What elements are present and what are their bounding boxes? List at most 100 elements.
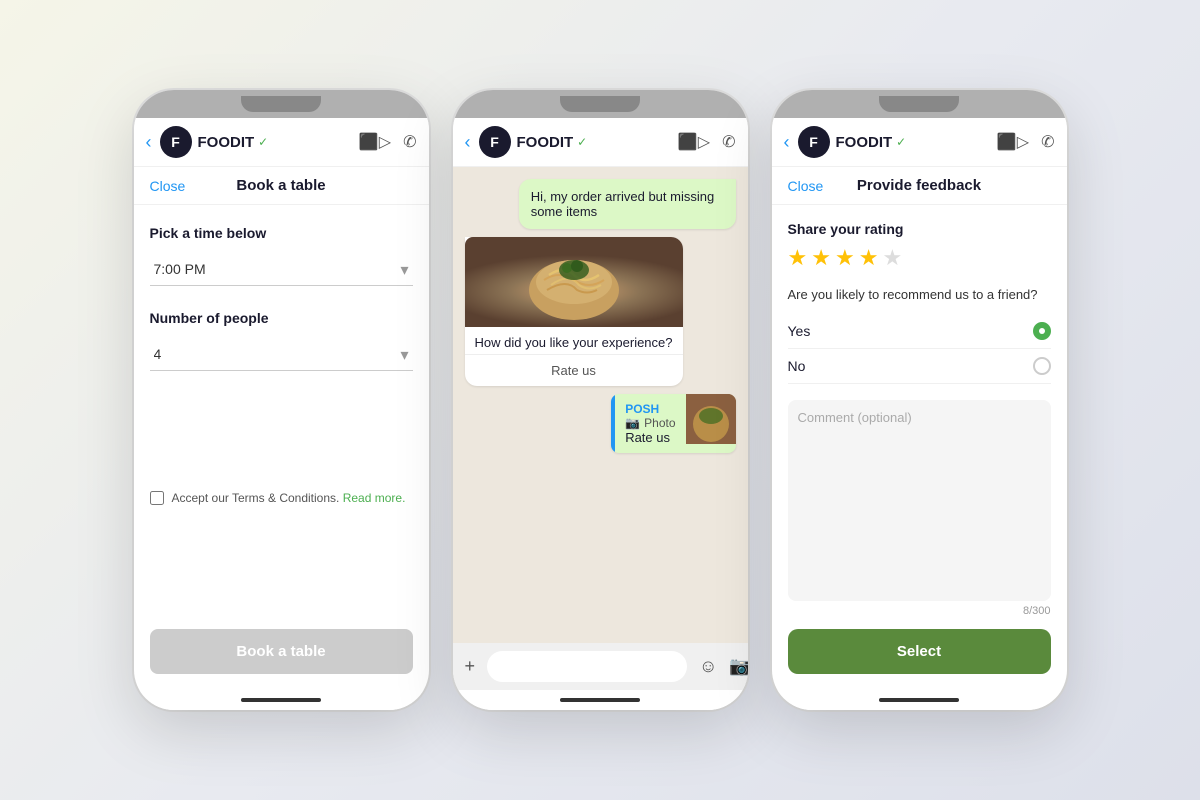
rating-section: Share your rating ★ ★ ★ ★ ★ bbox=[788, 221, 1051, 271]
chat-content: Hi, my order arrived but missing some it… bbox=[453, 167, 748, 690]
posh-card-left: POSH 📷 Photo Rate us bbox=[611, 394, 685, 453]
posh-photo-row: 📷 Photo bbox=[625, 416, 675, 430]
book-form-container: Pick a time below 6:00 PM 6:30 PM 7:00 P… bbox=[134, 205, 429, 690]
chat-message-sent: Hi, my order arrived but missing some it… bbox=[519, 179, 736, 229]
recommend-section: Are you likely to recommend us to a frie… bbox=[788, 287, 1051, 384]
back-button[interactable]: ‹ bbox=[146, 132, 152, 153]
phone-bottom-bar bbox=[134, 690, 429, 710]
phone-bottom-bar-3 bbox=[772, 690, 1067, 710]
emoji-icon[interactable]: ☺ bbox=[699, 656, 717, 677]
recommend-question: Are you likely to recommend us to a frie… bbox=[788, 287, 1051, 302]
radio-inner bbox=[1039, 328, 1045, 334]
feedback-title: Provide feedback bbox=[857, 177, 981, 194]
time-select[interactable]: 6:00 PM 6:30 PM 7:00 PM 7:30 PM 8:00 PM bbox=[150, 253, 413, 286]
posh-rate-label[interactable]: Rate us bbox=[625, 430, 675, 445]
phone-call-icon[interactable]: ✆ bbox=[403, 132, 416, 152]
header-icons-3: ⬛▷ ✆ bbox=[997, 132, 1055, 152]
notch bbox=[241, 96, 321, 112]
star-2[interactable]: ★ bbox=[811, 245, 831, 271]
phone-bottom-bar-2 bbox=[453, 690, 748, 710]
phone-call-icon-3[interactable]: ✆ bbox=[1041, 132, 1054, 152]
photo-label: Photo bbox=[644, 416, 675, 430]
star-4[interactable]: ★ bbox=[859, 245, 879, 271]
yes-radio-button[interactable] bbox=[1033, 322, 1051, 340]
terms-checkbox[interactable] bbox=[150, 491, 164, 505]
app-logo-2: F bbox=[479, 126, 511, 158]
people-select-wrapper[interactable]: 1 2 3 4 5 6 bbox=[150, 338, 413, 371]
food-image-inner bbox=[465, 237, 683, 327]
plus-icon[interactable]: + bbox=[465, 656, 476, 677]
app-name-3: FOODIT bbox=[836, 134, 893, 151]
book-subheader: Close Book a table bbox=[134, 167, 429, 205]
posh-thumbnail bbox=[686, 394, 736, 444]
book-title: Book a table bbox=[236, 177, 325, 194]
video-call-icon-3[interactable]: ⬛▷ bbox=[997, 132, 1029, 152]
phone-feedback: ‹ F FOODIT ✓ ⬛▷ ✆ Close Provide feedback… bbox=[772, 90, 1067, 710]
home-indicator-2 bbox=[560, 698, 640, 702]
people-select[interactable]: 1 2 3 4 5 6 bbox=[150, 338, 413, 371]
terms-text: Accept our Terms & Conditions. Read more… bbox=[172, 491, 406, 505]
phone-call-icon-2[interactable]: ✆ bbox=[722, 132, 735, 152]
comment-box[interactable]: Comment (optional) bbox=[788, 400, 1051, 601]
feedback-subheader: Close Provide feedback bbox=[772, 167, 1067, 205]
app-logo-3: F bbox=[798, 126, 830, 158]
comment-placeholder: Comment (optional) bbox=[798, 410, 912, 425]
notch-bar bbox=[134, 90, 429, 118]
back-button-2[interactable]: ‹ bbox=[465, 132, 471, 153]
chat-food-card: How did you like your experience? Rate u… bbox=[465, 237, 683, 386]
chat-input-bar: + ☺ 📷 🎤 bbox=[453, 643, 748, 690]
video-call-icon-2[interactable]: ⬛▷ bbox=[678, 132, 710, 152]
rate-us-button[interactable]: Rate us bbox=[465, 354, 683, 386]
app-header-3: ‹ F FOODIT ✓ ⬛▷ ✆ bbox=[772, 118, 1067, 167]
pasta-svg bbox=[519, 240, 629, 325]
chat-area: Hi, my order arrived but missing some it… bbox=[453, 167, 748, 643]
header-icons-2: ⬛▷ ✆ bbox=[678, 132, 736, 152]
no-radio-row[interactable]: No bbox=[788, 349, 1051, 384]
terms-row: Accept our Terms & Conditions. Read more… bbox=[150, 403, 413, 593]
book-form: Pick a time below 6:00 PM 6:30 PM 7:00 P… bbox=[134, 205, 429, 613]
notch-bar-3 bbox=[772, 90, 1067, 118]
time-select-wrapper[interactable]: 6:00 PM 6:30 PM 7:00 PM 7:30 PM 8:00 PM bbox=[150, 253, 413, 286]
notch-bar-2 bbox=[453, 90, 748, 118]
feedback-subheader-inner: Close Provide feedback bbox=[788, 177, 1051, 194]
chat-input-field[interactable] bbox=[487, 651, 687, 682]
app-header: ‹ F FOODIT ✓ ⬛▷ ✆ bbox=[134, 118, 429, 167]
home-indicator-3 bbox=[879, 698, 959, 702]
time-section-label: Pick a time below bbox=[150, 225, 413, 241]
app-name-row-3: FOODIT ✓ bbox=[836, 134, 997, 151]
book-subheader-inner: Close Book a table bbox=[150, 177, 413, 194]
verified-badge-2: ✓ bbox=[577, 135, 587, 149]
yes-radio-row[interactable]: Yes bbox=[788, 314, 1051, 349]
no-radio-button[interactable] bbox=[1033, 357, 1051, 375]
notch-2 bbox=[560, 96, 640, 112]
terms-read-more-link[interactable]: Read more. bbox=[343, 491, 406, 505]
no-label: No bbox=[788, 358, 806, 374]
posh-rate-card: POSH 📷 Photo Rate us bbox=[611, 394, 735, 453]
stars-row: ★ ★ ★ ★ ★ bbox=[788, 245, 1051, 271]
select-button[interactable]: Select bbox=[788, 629, 1051, 674]
notch-3 bbox=[879, 96, 959, 112]
app-name-row: FOODIT ✓ bbox=[198, 134, 359, 151]
how-did-text: How did you like your experience? bbox=[465, 327, 683, 354]
back-button-3[interactable]: ‹ bbox=[784, 132, 790, 153]
feedback-close-button[interactable]: Close bbox=[788, 178, 824, 194]
verified-badge: ✓ bbox=[258, 135, 268, 149]
book-table-button[interactable]: Book a table bbox=[150, 629, 413, 674]
people-section-label: Number of people bbox=[150, 310, 413, 326]
star-5[interactable]: ★ bbox=[882, 245, 902, 271]
star-1[interactable]: ★ bbox=[788, 245, 808, 271]
feedback-content: Share your rating ★ ★ ★ ★ ★ Are you like… bbox=[772, 205, 1067, 690]
close-button[interactable]: Close bbox=[150, 178, 186, 194]
phone-chat: ‹ F FOODIT ✓ ⬛▷ ✆ Hi, my order arrived b… bbox=[453, 90, 748, 710]
food-image bbox=[465, 237, 683, 327]
camera-icon-small: 📷 bbox=[625, 416, 640, 430]
app-header-2: ‹ F FOODIT ✓ ⬛▷ ✆ bbox=[453, 118, 748, 167]
app-name-row-2: FOODIT ✓ bbox=[517, 134, 678, 151]
posh-label: POSH bbox=[625, 402, 675, 416]
app-name-2: FOODIT bbox=[517, 134, 574, 151]
camera-icon[interactable]: 📷 bbox=[729, 656, 747, 677]
video-call-icon[interactable]: ⬛▷ bbox=[359, 132, 391, 152]
yes-label: Yes bbox=[788, 323, 811, 339]
rating-title: Share your rating bbox=[788, 221, 1051, 237]
star-3[interactable]: ★ bbox=[835, 245, 855, 271]
